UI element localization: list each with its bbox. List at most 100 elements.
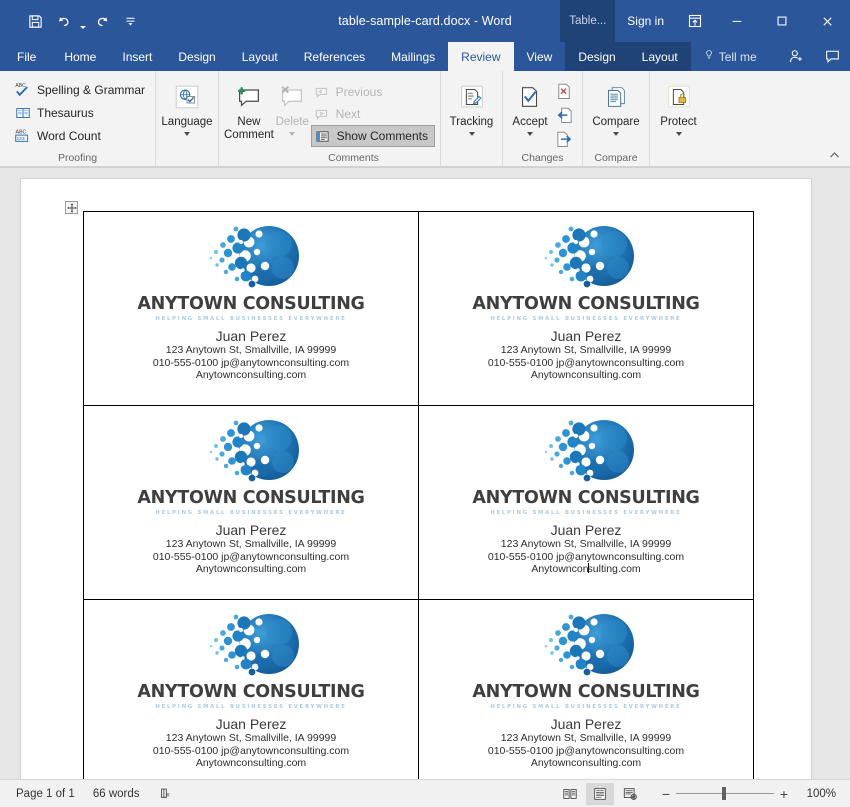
table-row[interactable]: ANYTOWN CONSULTING HELPING SMALL BUSINES… bbox=[83, 405, 754, 600]
compare-dropdown-icon[interactable] bbox=[613, 131, 619, 136]
zoom-slider[interactable] bbox=[676, 787, 774, 801]
group-label-language bbox=[156, 151, 218, 166]
compare-button[interactable]: Compare bbox=[588, 76, 644, 136]
card-tagline: HELPING SMALL BUSINESSES EVERYWHERE bbox=[155, 316, 347, 322]
card-website: Anytownconsulting.com bbox=[195, 369, 307, 381]
card-person: Juan Perez bbox=[215, 716, 287, 732]
print-layout-view-icon[interactable] bbox=[586, 782, 614, 805]
next-change-icon bbox=[554, 129, 575, 150]
ribbon-group-comments: New Comment Delete Previous Next Show Co… bbox=[218, 71, 440, 166]
read-mode-view-icon[interactable] bbox=[556, 783, 584, 805]
next-change-button[interactable] bbox=[552, 128, 577, 151]
language-button[interactable]: Language bbox=[161, 76, 213, 136]
compare-documents-icon bbox=[601, 80, 631, 114]
page-indicator[interactable]: Page 1 of 1 bbox=[16, 788, 75, 800]
card-brand: ANYTOWN CONSULTING bbox=[137, 682, 365, 702]
comment-balloon-icon[interactable] bbox=[814, 48, 850, 65]
zoom-in-button[interactable]: + bbox=[774, 786, 794, 802]
restore-icon[interactable] bbox=[759, 0, 804, 42]
tab-table-design[interactable]: Design bbox=[565, 42, 629, 71]
tab-mailings[interactable]: Mailings bbox=[378, 42, 448, 71]
previous-comment-button[interactable]: Previous bbox=[311, 81, 435, 103]
document-canvas[interactable]: ANYTOWN CONSULTING HELPING SMALL BUSINES… bbox=[0, 167, 850, 779]
next-comment-button[interactable]: Next bbox=[311, 103, 435, 125]
ribbon-display-options-icon[interactable] bbox=[676, 0, 714, 42]
tab-references[interactable]: References bbox=[291, 42, 378, 71]
business-card[interactable]: ANYTOWN CONSULTING HELPING SMALL BUSINES… bbox=[420, 601, 753, 780]
delete-dropdown-icon[interactable] bbox=[289, 131, 296, 136]
anytown-consulting-logo bbox=[520, 221, 652, 295]
zoom-slider-thumb[interactable] bbox=[722, 787, 726, 800]
table-cell[interactable]: ANYTOWN CONSULTING HELPING SMALL BUSINES… bbox=[418, 599, 754, 780]
business-card[interactable]: ANYTOWN CONSULTING HELPING SMALL BUSINES… bbox=[85, 601, 418, 780]
delete-comment-button[interactable]: Delete bbox=[274, 76, 311, 136]
spelling-grammar-button[interactable]: ABC Spelling & Grammar bbox=[12, 78, 150, 101]
tracking-dropdown-icon[interactable] bbox=[468, 131, 475, 136]
abc-check-icon: ABC bbox=[14, 81, 31, 98]
share-person-icon[interactable] bbox=[778, 48, 814, 65]
card-person: Juan Perez bbox=[550, 716, 622, 732]
table-cell[interactable]: ANYTOWN CONSULTING HELPING SMALL BUSINES… bbox=[83, 405, 419, 600]
document-page[interactable]: ANYTOWN CONSULTING HELPING SMALL BUSINES… bbox=[21, 179, 811, 779]
accept-change-button[interactable]: Accept bbox=[508, 76, 552, 136]
thesaurus-label: Thesaurus bbox=[37, 105, 94, 120]
card-website: Anytownconsulting.com bbox=[530, 369, 642, 381]
zoom-control[interactable]: − + bbox=[656, 786, 794, 802]
table-move-handle-icon[interactable] bbox=[65, 201, 78, 214]
new-comment-button[interactable]: New Comment bbox=[224, 76, 274, 141]
show-comments-button[interactable]: Show Comments bbox=[310, 125, 435, 147]
zoom-out-button[interactable]: − bbox=[656, 786, 676, 802]
ribbon-group-tracking: Tracking bbox=[440, 71, 502, 166]
undo-dropdown-icon[interactable] bbox=[78, 8, 87, 34]
table-cell[interactable]: ANYTOWN CONSULTING HELPING SMALL BUSINES… bbox=[418, 405, 754, 600]
tab-view[interactable]: View bbox=[514, 42, 566, 71]
redo-icon[interactable] bbox=[89, 8, 115, 34]
reject-change-button[interactable] bbox=[552, 80, 577, 103]
reject-change-icon bbox=[554, 81, 575, 102]
table-cell[interactable]: ANYTOWN CONSULTING HELPING SMALL BUSINES… bbox=[418, 211, 754, 406]
book-icon bbox=[14, 104, 31, 121]
tab-file[interactable]: File bbox=[0, 42, 51, 71]
web-layout-view-icon[interactable] bbox=[616, 783, 644, 805]
tab-design[interactable]: Design bbox=[165, 42, 228, 71]
proofing-errors-icon[interactable]: x bbox=[158, 786, 174, 802]
previous-change-button[interactable] bbox=[552, 104, 577, 127]
thesaurus-button[interactable]: Thesaurus bbox=[12, 101, 150, 124]
table-cell[interactable]: ANYTOWN CONSULTING HELPING SMALL BUSINES… bbox=[83, 599, 419, 780]
sign-in-button[interactable]: Sign in bbox=[615, 0, 676, 42]
zoom-level-label[interactable]: 100% bbox=[796, 788, 836, 800]
tab-layout[interactable]: Layout bbox=[229, 42, 291, 71]
tab-insert[interactable]: Insert bbox=[109, 42, 165, 71]
card-website: Anytownconsulting.com bbox=[195, 563, 307, 575]
globe-check-icon bbox=[172, 80, 202, 114]
table-row[interactable]: ANYTOWN CONSULTING HELPING SMALL BUSINES… bbox=[83, 211, 754, 406]
chevron-up-icon[interactable] bbox=[826, 147, 842, 163]
business-card[interactable]: ANYTOWN CONSULTING HELPING SMALL BUSINES… bbox=[85, 213, 418, 405]
tab-home[interactable]: Home bbox=[51, 42, 109, 71]
word-count-button[interactable]: ABC 123 Word Count bbox=[12, 124, 150, 147]
card-address: 123 Anytown St, Smallville, IA 99999 bbox=[500, 344, 672, 356]
word-count-indicator[interactable]: 66 words bbox=[93, 788, 140, 800]
table-cell[interactable]: ANYTOWN CONSULTING HELPING SMALL BUSINES… bbox=[83, 211, 419, 406]
tab-table-layout[interactable]: Layout bbox=[628, 42, 691, 71]
card-person: Juan Perez bbox=[550, 328, 622, 344]
business-card-table[interactable]: ANYTOWN CONSULTING HELPING SMALL BUSINES… bbox=[83, 211, 754, 779]
language-dropdown-icon[interactable] bbox=[184, 131, 190, 136]
new-comment-label-line2: Comment bbox=[224, 128, 274, 141]
business-card[interactable]: ANYTOWN CONSULTING HELPING SMALL BUSINES… bbox=[85, 407, 418, 599]
table-row[interactable]: ANYTOWN CONSULTING HELPING SMALL BUSINES… bbox=[83, 599, 754, 780]
protect-button[interactable]: Protect bbox=[655, 76, 702, 136]
undo-icon[interactable] bbox=[50, 8, 76, 34]
close-icon[interactable] bbox=[804, 0, 850, 42]
card-address: 123 Anytown St, Smallville, IA 99999 bbox=[165, 732, 337, 744]
accept-dropdown-icon[interactable] bbox=[527, 131, 533, 136]
tracking-button[interactable]: Tracking bbox=[446, 76, 497, 136]
save-icon[interactable] bbox=[22, 8, 48, 34]
customize-qat-icon[interactable] bbox=[117, 8, 143, 34]
minimize-icon[interactable] bbox=[714, 0, 759, 42]
business-card[interactable]: ANYTOWN CONSULTING HELPING SMALL BUSINES… bbox=[420, 213, 753, 405]
protect-dropdown-icon[interactable] bbox=[675, 131, 682, 136]
tab-review[interactable]: Review bbox=[448, 42, 514, 71]
business-card[interactable]: ANYTOWN CONSULTING HELPING SMALL BUSINES… bbox=[420, 407, 753, 599]
tell-me-box[interactable]: Tell me bbox=[691, 42, 767, 71]
